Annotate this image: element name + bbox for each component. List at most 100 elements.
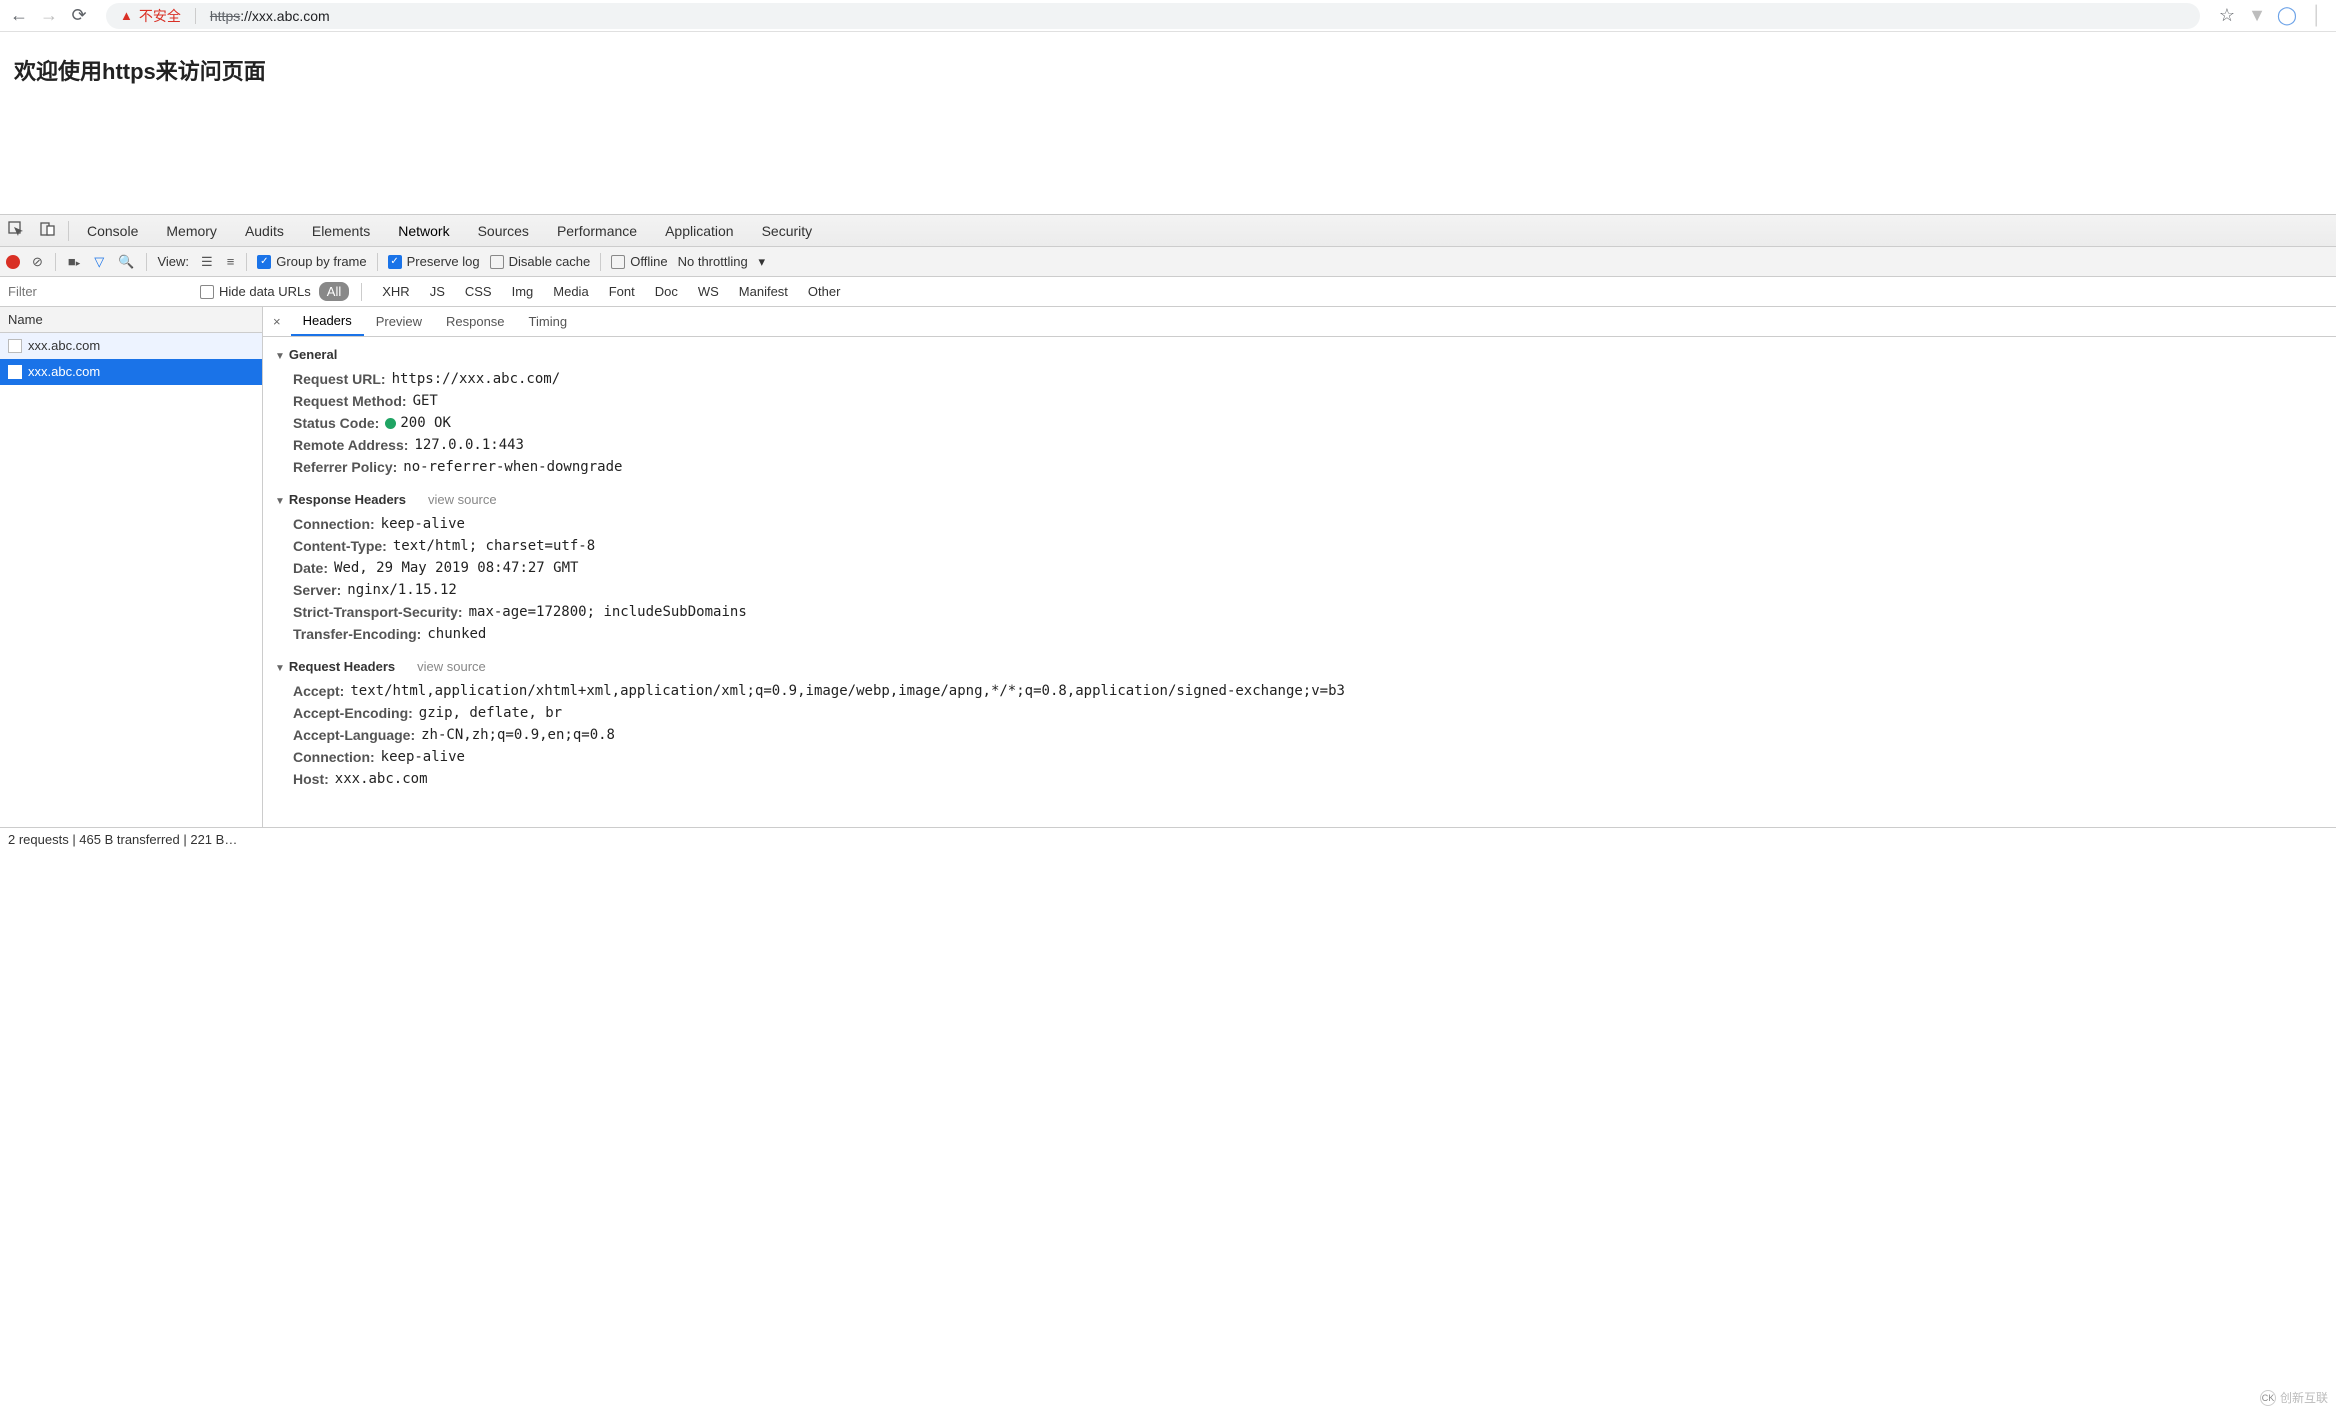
detail-tab-preview[interactable]: Preview — [364, 307, 434, 336]
forward-icon[interactable]: → — [38, 5, 60, 26]
header-key: Strict-Transport-Security: — [293, 604, 463, 620]
filter-type-font[interactable]: Font — [601, 282, 643, 301]
inspect-icon[interactable] — [0, 221, 32, 240]
header-row: Transfer-Encoding: chunked — [263, 623, 2336, 645]
header-row: Content-Type:text/html; charset=utf-8 — [263, 535, 2336, 557]
tab-audits[interactable]: Audits — [231, 215, 298, 246]
watermark: CK 创新互联 — [2260, 1389, 2328, 1406]
header-value: chunked — [427, 626, 486, 642]
filter-type-img[interactable]: Img — [504, 282, 542, 301]
close-icon[interactable]: × — [263, 314, 291, 329]
separator — [361, 283, 362, 301]
network-filter-bar: Hide data URLs All XHR JSCSSImgMedia FontDo… — [0, 277, 2336, 307]
request-detail: × HeadersPreviewResponseTiming ▼GeneralR… — [263, 307, 2336, 827]
tab-elements[interactable]: Elements — [298, 215, 384, 246]
back-icon[interactable]: ← — [8, 5, 30, 26]
header-row: Server:nginx/1.15.12 — [263, 579, 2336, 601]
header-value: keep-alive — [381, 516, 465, 532]
tab-security[interactable]: Security — [748, 215, 827, 246]
offline-checkbox[interactable]: Offline — [611, 254, 667, 269]
request-list: Name xxx.abc.comxxx.abc.com — [0, 307, 263, 827]
tab-network[interactable]: Network — [384, 215, 463, 246]
detail-tab-timing[interactable]: Timing — [517, 307, 580, 336]
header-row: Strict-Transport-Security:max-age=172800… — [263, 601, 2336, 623]
view-waterfall-icon[interactable]: ≡ — [225, 254, 237, 269]
tab-sources[interactable]: Sources — [464, 215, 543, 246]
filter-input[interactable] — [0, 277, 200, 306]
section-header[interactable]: ▼General — [263, 341, 2336, 368]
disable-cache-checkbox[interactable]: Disable cache — [490, 254, 591, 269]
header-key: Content-Type: — [293, 538, 387, 554]
section-general: ▼GeneralRequest URL:https://xxx.abc.com/… — [263, 337, 2336, 482]
header-row: Request Method:GET — [263, 390, 2336, 412]
header-key: Host: — [293, 771, 329, 787]
hide-data-urls-checkbox[interactable]: Hide data URLs — [200, 284, 311, 299]
header-value: text/html,application/xhtml+xml,applicat… — [350, 683, 1345, 699]
filter-type-ws[interactable]: WS — [690, 282, 727, 301]
filter-type-media[interactable]: Media — [545, 282, 596, 301]
triangle-down-icon: ▼ — [275, 663, 285, 674]
watermark-label: 创新互联 — [2280, 1389, 2328, 1406]
header-row: Accept-Encoding:gzip, deflate, br — [263, 702, 2336, 724]
status-footer: 2 requests | 465 B transferred | 221 B… — [0, 827, 2336, 851]
view-source-link[interactable]: view source — [417, 659, 486, 674]
filter-type-xhr[interactable]: XHR — [374, 282, 417, 301]
browser-toolbar: ← → ⟳ ▲ 不安全 https://xxx.abc.com ☆ ▼ ◯ │ — [0, 0, 2336, 32]
header-row: Connection: keep-alive — [263, 746, 2336, 768]
header-row: Status Code:200 OK — [263, 412, 2336, 434]
header-value: https://xxx.abc.com/ — [392, 371, 561, 387]
header-key: Accept-Encoding: — [293, 705, 413, 721]
extension-circle-icon[interactable]: ◯ — [2276, 5, 2298, 26]
separator — [195, 8, 196, 24]
detail-tab-response[interactable]: Response — [434, 307, 517, 336]
reload-icon[interactable]: ⟳ — [68, 5, 90, 26]
page-heading: 欢迎使用https来访问页面 — [14, 54, 2322, 86]
header-key: Status Code: — [293, 415, 379, 431]
filter-type-manifest[interactable]: Manifest — [731, 282, 796, 301]
device-icon[interactable] — [32, 221, 64, 240]
extension-v-icon[interactable]: ▼ — [2246, 5, 2268, 26]
tab-application[interactable]: Application — [651, 215, 748, 246]
search-icon[interactable]: 🔍 — [116, 254, 136, 270]
url-bar[interactable]: ▲ 不安全 https://xxx.abc.com — [106, 3, 2200, 29]
clear-icon[interactable]: ⊘ — [30, 254, 45, 270]
document-icon — [8, 339, 22, 353]
header-key: Transfer-Encoding: — [293, 626, 421, 642]
devtools-tabs: ConsoleMemoryAuditsElementsNetworkSource… — [0, 215, 2336, 247]
separator — [146, 253, 147, 271]
header-key: Connection: — [293, 516, 375, 532]
view-list-icon[interactable]: ☰ — [199, 254, 215, 270]
header-value: 127.0.0.1:443 — [414, 437, 524, 453]
section-header[interactable]: ▼Request Headersview source — [263, 653, 2336, 680]
view-source-link[interactable]: view source — [428, 492, 497, 507]
record-icon[interactable] — [6, 255, 20, 269]
request-row[interactable]: xxx.abc.com — [0, 359, 262, 385]
filter-type-js[interactable]: JS — [422, 282, 453, 301]
throttling-select[interactable]: No throttling ▾ — [678, 254, 765, 270]
header-key: Connection: — [293, 749, 375, 765]
header-value: keep-alive — [381, 749, 465, 765]
request-row[interactable]: xxx.abc.com — [0, 333, 262, 359]
tab-performance[interactable]: Performance — [543, 215, 651, 246]
detail-tab-headers[interactable]: Headers — [291, 307, 364, 336]
filter-type-all[interactable]: All — [319, 282, 349, 301]
filter-icon[interactable]: ▽ — [92, 254, 106, 270]
filter-type-other[interactable]: Other — [800, 282, 849, 301]
filter-type-css[interactable]: CSS — [457, 282, 500, 301]
triangle-down-icon: ▼ — [275, 351, 285, 362]
tab-memory[interactable]: Memory — [152, 215, 231, 246]
tab-console[interactable]: Console — [73, 215, 152, 246]
preserve-log-checkbox[interactable]: ✓Preserve log — [388, 254, 480, 269]
camera-icon[interactable]: ■▸ — [66, 254, 82, 269]
header-value: GET — [413, 393, 438, 409]
header-key: Server: — [293, 582, 341, 598]
filter-type-doc[interactable]: Doc — [647, 282, 686, 301]
group-by-frame-checkbox[interactable]: ✓Group by frame — [257, 254, 366, 269]
separator — [600, 253, 601, 271]
section-header[interactable]: ▼Response Headersview source — [263, 486, 2336, 513]
header-value: zh-CN,zh;q=0.9,en;q=0.8 — [421, 727, 615, 743]
header-value: xxx.abc.com — [335, 771, 428, 787]
section-request-headers: ▼Request Headersview sourceAccept:text/h… — [263, 649, 2336, 794]
star-icon[interactable]: ☆ — [2216, 5, 2238, 26]
page-content: 欢迎使用https来访问页面 — [0, 32, 2336, 214]
